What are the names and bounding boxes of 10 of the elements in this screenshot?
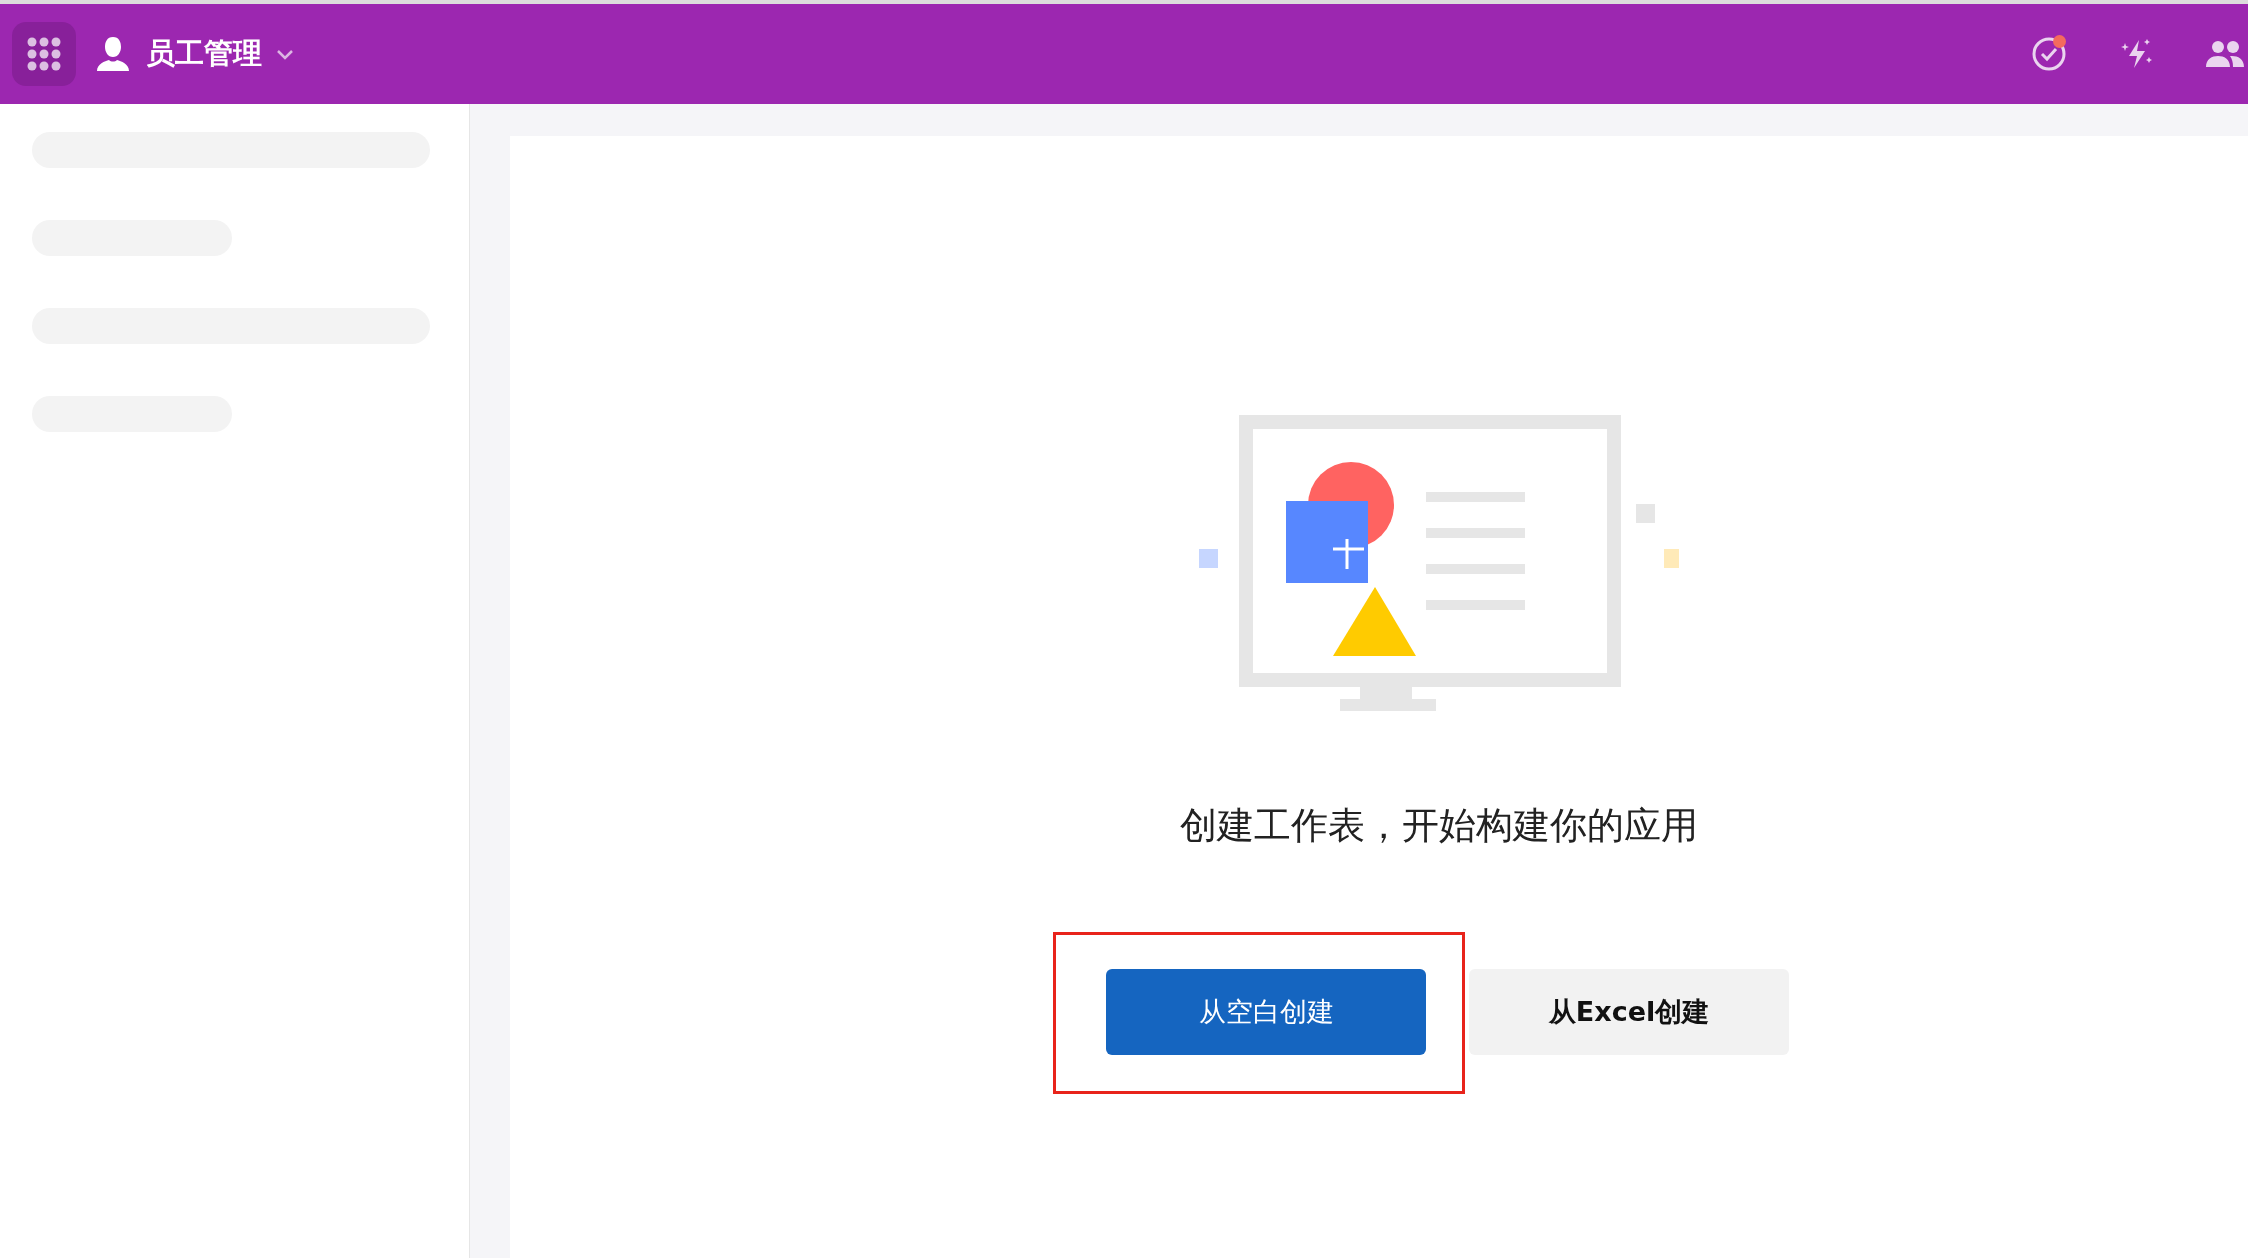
app-title-dropdown[interactable]: 员工管理 <box>94 34 294 74</box>
person-icon <box>94 35 132 73</box>
people-icon <box>2205 39 2245 69</box>
apps-button[interactable] <box>12 22 76 86</box>
check-circle-icon <box>2031 36 2067 72</box>
chevron-down-icon <box>276 48 294 60</box>
empty-state-heading: 创建工作表，开始构建你的应用 <box>1180 803 1698 849</box>
grid-icon <box>27 37 61 71</box>
create-button[interactable]: 从Excel创建 <box>1469 969 1789 1055</box>
create-button[interactable]: 从空白创建 <box>1106 969 1426 1055</box>
